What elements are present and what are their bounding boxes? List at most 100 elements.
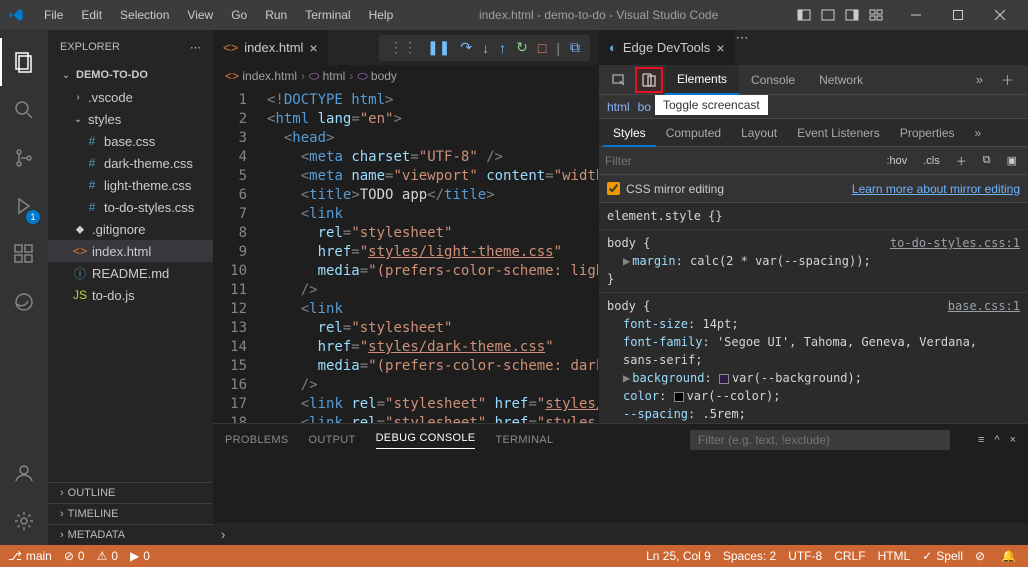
toggle-screencast-icon[interactable]	[635, 67, 663, 93]
source-control-icon[interactable]	[0, 134, 48, 182]
styles-tab-styles[interactable]: Styles	[603, 119, 656, 147]
folder-styles[interactable]: ⌄styles	[48, 108, 213, 130]
toggle-tools-icon[interactable]: ⧉	[570, 39, 580, 56]
panel-settings-icon[interactable]: ≡	[978, 434, 984, 446]
status-item[interactable]: Ln 25, Col 9	[646, 549, 711, 563]
panel-maximize-icon[interactable]: ^	[994, 434, 999, 446]
toggle-layout-icon[interactable]: ▣	[1002, 152, 1022, 169]
styles-tab-layout[interactable]: Layout	[731, 119, 787, 147]
styles-tab-event-listeners[interactable]: Event Listeners	[787, 119, 890, 147]
css-rule[interactable]: base.css:1body {font-size: 14pt;font-fam…	[599, 293, 1028, 423]
breadcrumb-item[interactable]: ⬭ html	[309, 69, 345, 84]
stop-icon[interactable]: □	[538, 40, 546, 56]
extensions-icon[interactable]	[0, 230, 48, 278]
status-item[interactable]: 🔔	[1001, 549, 1020, 563]
menu-run[interactable]: Run	[257, 4, 295, 26]
account-icon[interactable]	[0, 449, 48, 497]
layout-grid-icon[interactable]	[868, 7, 884, 23]
copy-styles-icon[interactable]: ⧉	[978, 152, 996, 169]
tab-index-html[interactable]: <> index.html ×	[213, 30, 329, 65]
inspect-element-icon[interactable]	[605, 67, 633, 93]
section-metadata[interactable]: ›METADATA	[48, 524, 213, 545]
project-root[interactable]: ⌄DEMO-TO-DO	[48, 64, 213, 86]
close-button[interactable]	[980, 0, 1020, 30]
file-dark-theme-css[interactable]: #dark-theme.css	[48, 152, 213, 174]
devtools-tab-elements[interactable]: Elements	[665, 65, 739, 95]
mirror-checkbox[interactable]	[607, 182, 620, 195]
step-into-icon[interactable]: ↓	[482, 40, 489, 56]
more-styles-tabs-icon[interactable]: »	[965, 119, 992, 147]
code-editor[interactable]: <!DOCTYPE html><html lang="en"> <head> <…	[259, 87, 598, 423]
drag-handle-icon[interactable]: ⋮⋮	[389, 39, 417, 56]
maximize-button[interactable]	[938, 0, 978, 30]
devtools-tab-console[interactable]: Console	[739, 65, 807, 95]
more-tabs-icon[interactable]: »	[968, 72, 991, 87]
cls-button[interactable]: .cls	[918, 153, 945, 169]
more-icon[interactable]: ⋯	[190, 41, 201, 54]
settings-gear-icon[interactable]	[0, 497, 48, 545]
dom-crumb[interactable]: html	[607, 100, 630, 114]
menu-selection[interactable]: Selection	[112, 4, 177, 26]
file-README-md[interactable]: ⓘREADME.md	[48, 262, 213, 284]
menu-help[interactable]: Help	[361, 4, 402, 26]
file-index-html[interactable]: <>index.html	[48, 240, 213, 262]
status-item[interactable]: ▶0	[130, 549, 150, 563]
file--gitignore[interactable]: ⬥.gitignore	[48, 218, 213, 240]
css-rule[interactable]: element.style {}	[599, 203, 1028, 230]
styles-tab-computed[interactable]: Computed	[656, 119, 731, 147]
layout-right-icon[interactable]	[844, 7, 860, 23]
status-item[interactable]: ✓Spell	[922, 549, 963, 563]
minimize-button[interactable]	[896, 0, 936, 30]
layout-left-icon[interactable]	[796, 7, 812, 23]
breadcrumbs[interactable]: <> index.html›⬭ html›⬭ body	[213, 65, 598, 87]
status-item[interactable]: Spaces: 2	[723, 549, 776, 563]
styles-rules[interactable]: element.style {}to-do-styles.css:1body {…	[599, 203, 1028, 423]
dom-crumb[interactable]: bo	[638, 100, 651, 114]
status-item[interactable]: UTF-8	[788, 549, 822, 563]
styles-filter-input[interactable]	[605, 154, 875, 168]
file-base-css[interactable]: #base.css	[48, 130, 213, 152]
editor-breadcrumb-footer[interactable]: ›	[213, 523, 1028, 545]
add-tab-icon[interactable]: ＋	[993, 70, 1022, 89]
mirror-link[interactable]: Learn more about mirror editing	[852, 182, 1020, 196]
panel-tab-output[interactable]: OUTPUT	[309, 434, 356, 446]
edge-icon[interactable]	[0, 278, 48, 326]
menu-go[interactable]: Go	[223, 4, 255, 26]
breadcrumb-item[interactable]: <> index.html	[225, 69, 297, 83]
menu-file[interactable]: File	[36, 4, 71, 26]
status-item[interactable]: ⎇main	[8, 549, 52, 563]
hov-button[interactable]: :hov	[881, 153, 912, 169]
section-outline[interactable]: ›OUTLINE	[48, 482, 213, 503]
tab-edge-devtools[interactable]: ◐ Edge DevTools ×	[599, 30, 736, 65]
section-timeline[interactable]: ›TIMELINE	[48, 503, 213, 524]
status-item[interactable]: CRLF	[834, 549, 865, 563]
breadcrumb-item[interactable]: ⬭ body	[357, 69, 397, 84]
add-rule-icon[interactable]: ＋	[951, 151, 972, 171]
status-item[interactable]: HTML	[878, 549, 911, 563]
rule-source-link[interactable]: to-do-styles.css:1	[890, 234, 1020, 252]
more-icon[interactable]: ⋯	[736, 30, 749, 45]
file-to-do-styles-css[interactable]: #to-do-styles.css	[48, 196, 213, 218]
status-item[interactable]: ⊘0	[64, 549, 85, 563]
file-to-do-js[interactable]: JSto-do.js	[48, 284, 213, 306]
styles-tab-properties[interactable]: Properties	[890, 119, 965, 147]
panel-tab-terminal[interactable]: TERMINAL	[495, 434, 553, 446]
status-item[interactable]: ⊘	[975, 549, 989, 563]
run-debug-icon[interactable]: 1	[0, 182, 48, 230]
step-over-icon[interactable]: ↷	[460, 39, 472, 56]
restart-icon[interactable]: ↻	[516, 39, 528, 56]
folder--vscode[interactable]: ›.vscode	[48, 86, 213, 108]
file-light-theme-css[interactable]: #light-theme.css	[48, 174, 213, 196]
pause-icon[interactable]: ❚❚	[427, 39, 450, 56]
status-item[interactable]: ⚠0	[97, 549, 118, 563]
explorer-icon[interactable]	[0, 38, 48, 86]
close-tab-icon[interactable]: ×	[716, 40, 724, 56]
panel-tab-problems[interactable]: PROBLEMS	[225, 434, 289, 446]
panel-tab-debug-console[interactable]: DEBUG CONSOLE	[376, 432, 476, 449]
menu-view[interactable]: View	[179, 4, 221, 26]
panel-close-icon[interactable]: ×	[1010, 434, 1016, 446]
rule-source-link[interactable]: base.css:1	[948, 297, 1020, 315]
step-out-icon[interactable]: ↑	[499, 40, 506, 56]
css-rule[interactable]: to-do-styles.css:1body {▶margin: calc(2 …	[599, 230, 1028, 293]
panel-filter-input[interactable]	[690, 430, 950, 450]
